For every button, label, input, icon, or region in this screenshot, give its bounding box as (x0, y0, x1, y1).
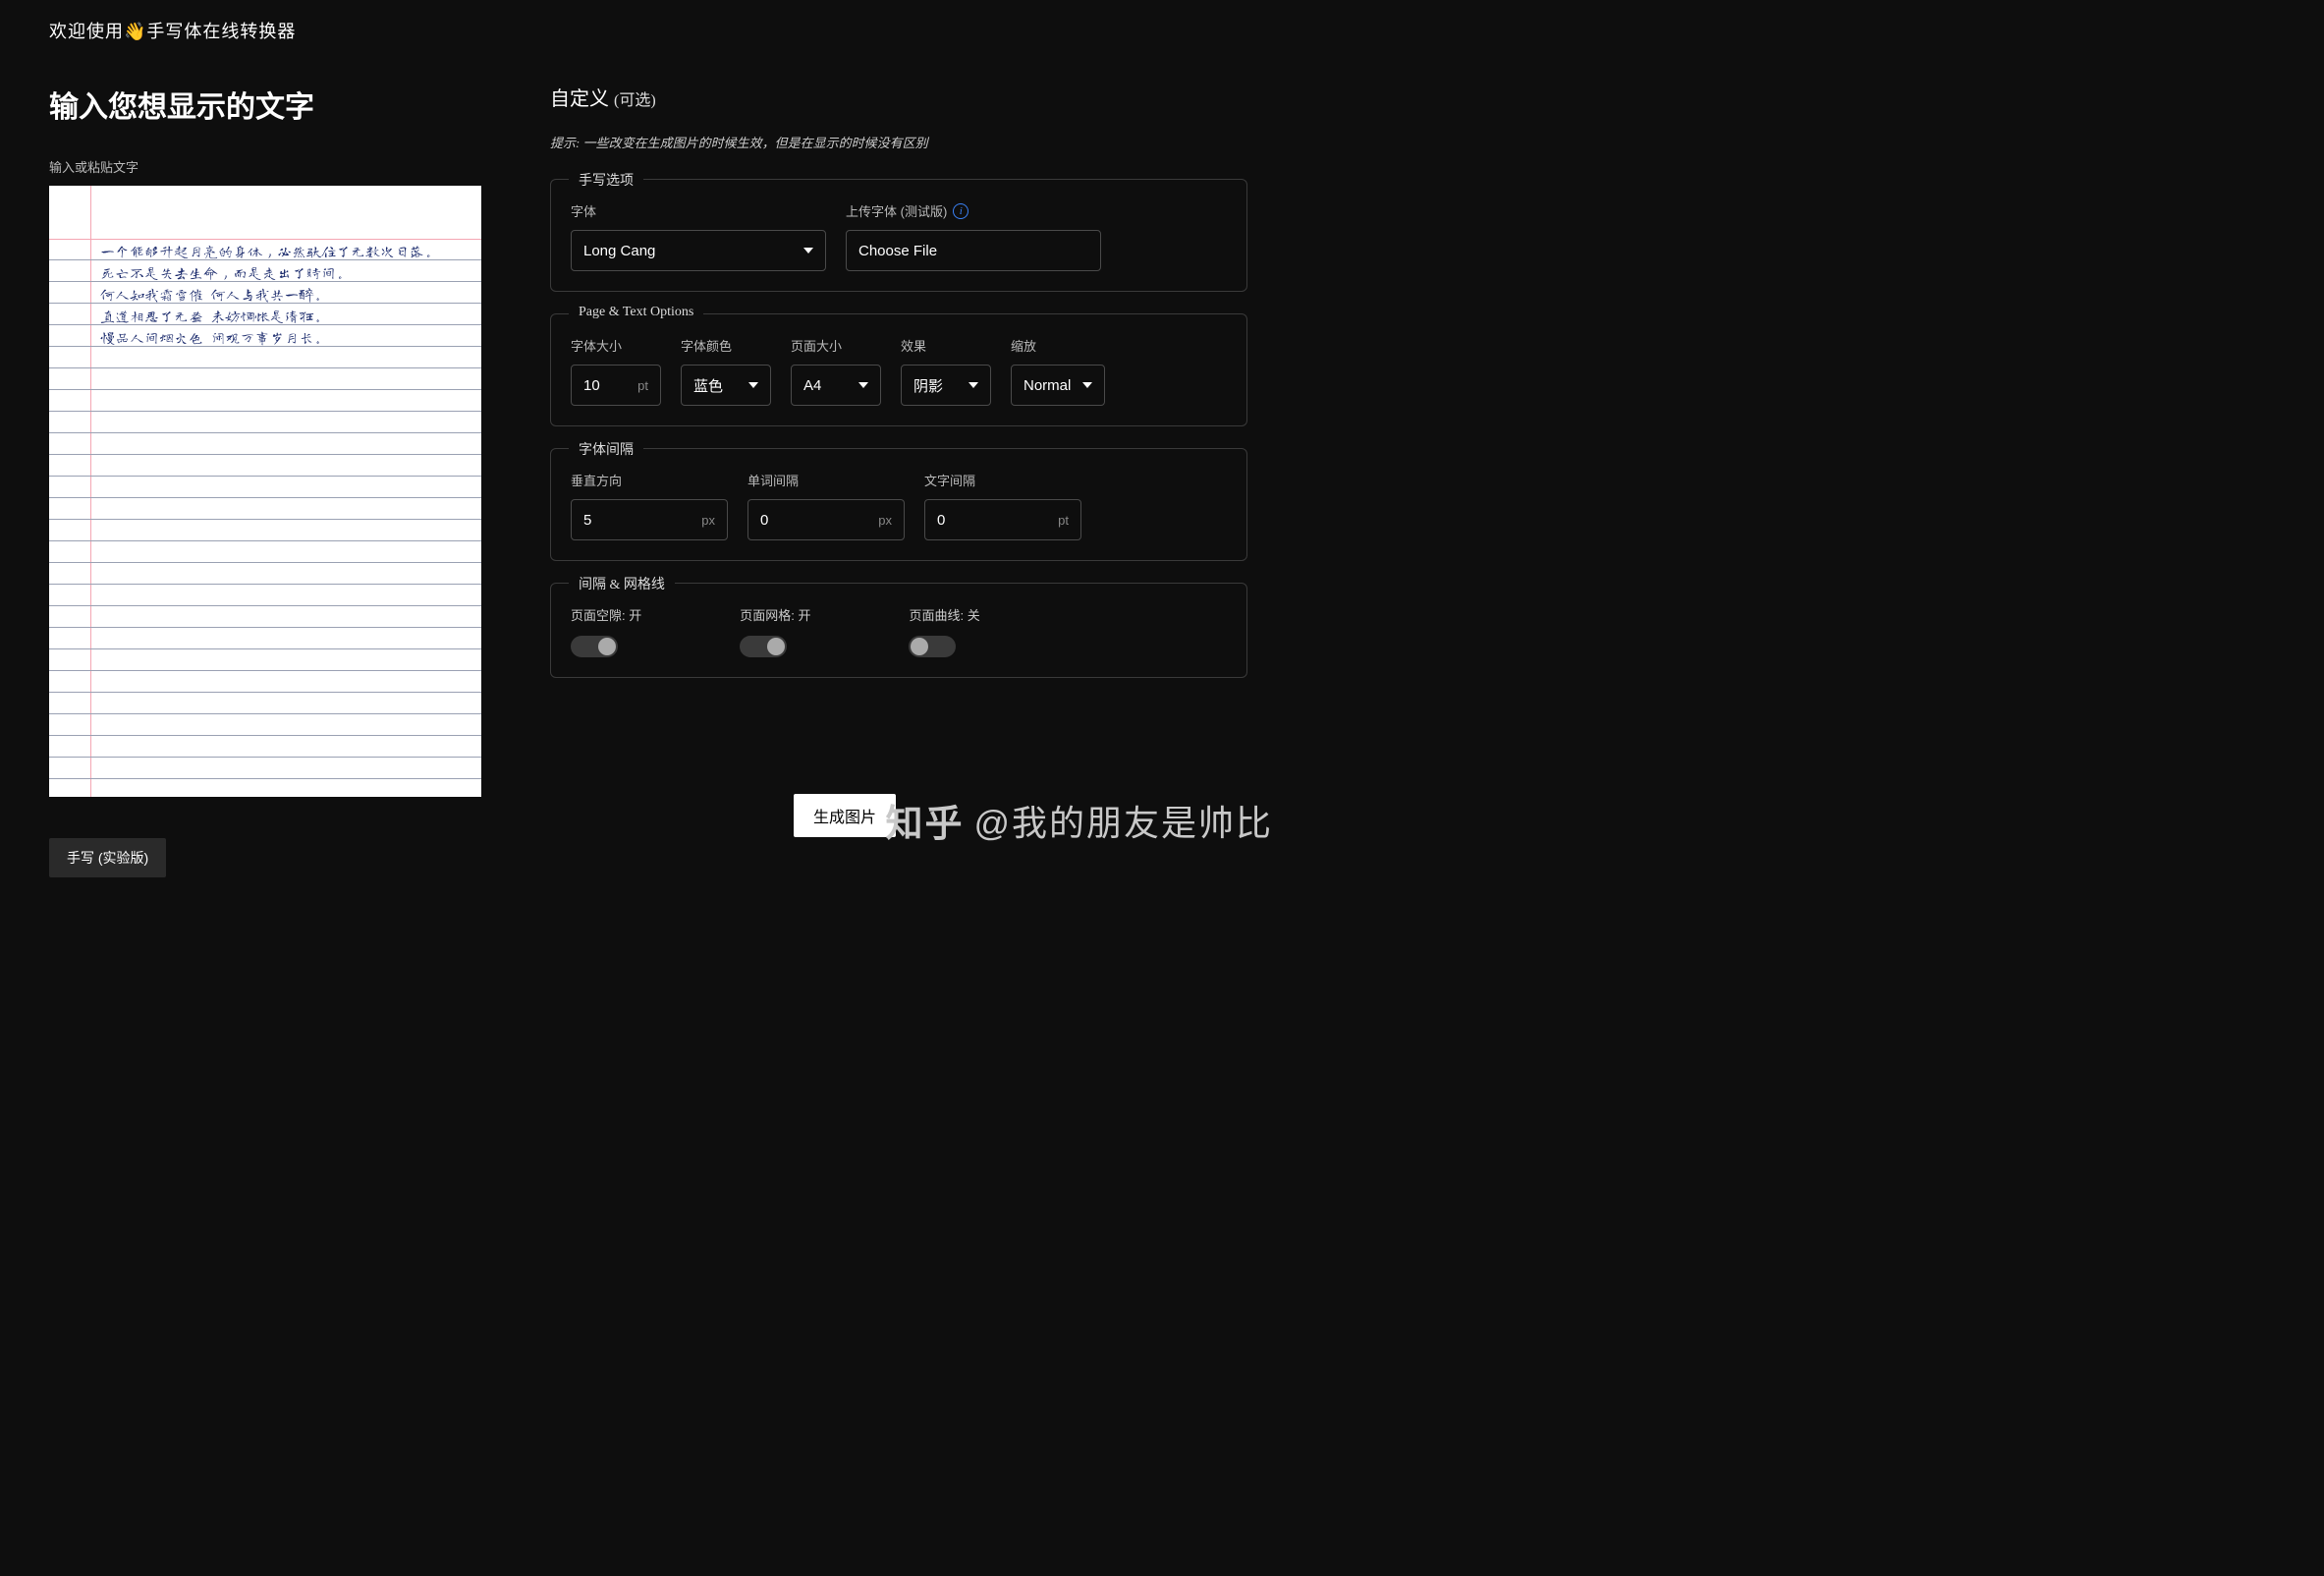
grid-fieldset: 间隔 & 网格线 页面空隙: 开 页面网格: 开 页面曲线: 关 (550, 583, 1247, 678)
vertical-spacing-input[interactable]: 5 px (571, 499, 728, 540)
page-text-options-fieldset: Page & Text Options 字体大小 10 pt 字体颜色 蓝色 (550, 313, 1247, 426)
effect-label: 效果 (901, 336, 991, 355)
generate-image-button[interactable]: 生成图片 (794, 794, 896, 837)
choose-file-button[interactable]: Choose File (846, 230, 1101, 271)
fieldset-legend: Page & Text Options (569, 305, 703, 320)
hint-text: 提示: 一些改变在生成图片的时候生效，但是在显示的时候没有区别 (550, 133, 1247, 151)
curve-toggle[interactable] (909, 636, 956, 657)
grid-toggle[interactable] (740, 636, 787, 657)
zoom-label: 缩放 (1011, 336, 1105, 355)
preview-paper[interactable]: 一个能够升起月亮的身体，必然驮住了无数次日落。 死亡不是失去生命，而是走出了时间… (49, 186, 481, 797)
chevron-down-icon (858, 382, 868, 388)
margin-toggle[interactable] (571, 636, 618, 657)
word-spacing-input[interactable]: 0 px (747, 499, 905, 540)
fontsize-input[interactable]: 10 pt (571, 365, 661, 406)
fieldset-legend: 间隔 & 网格线 (569, 574, 675, 593)
fieldset-legend: 手写选项 (569, 170, 643, 190)
fontcolor-label: 字体颜色 (681, 336, 771, 355)
fontsize-label: 字体大小 (571, 336, 661, 355)
zoom-select[interactable]: Normal (1011, 365, 1105, 406)
input-section-title: 输入您想显示的文字 (49, 83, 501, 126)
curve-toggle-label: 页面曲线: 关 (909, 605, 979, 624)
word-spacing-label: 单词间隔 (747, 471, 905, 489)
input-label: 输入或粘贴文字 (49, 157, 501, 176)
fieldset-legend: 字体间隔 (569, 439, 643, 459)
chevron-down-icon (803, 248, 813, 253)
chevron-down-icon (748, 382, 758, 388)
spacing-fieldset: 字体间隔 垂直方向 5 px 单词间隔 0 px 文 (550, 448, 1247, 561)
preview-text: 一个能够升起月亮的身体，必然驮住了无数次日落。 死亡不是失去生命，而是走出了时间… (100, 241, 471, 349)
chevron-down-icon (968, 382, 978, 388)
handwrite-button[interactable]: 手写 (实验版) (49, 838, 166, 877)
font-select[interactable]: Long Cang (571, 230, 826, 271)
info-icon[interactable]: i (953, 203, 968, 219)
upload-font-label: 上传字体 (测试版) i (846, 201, 1101, 220)
chevron-down-icon (1082, 382, 1092, 388)
grid-toggle-label: 页面网格: 开 (740, 605, 810, 624)
char-spacing-label: 文字间隔 (924, 471, 1081, 489)
vertical-spacing-label: 垂直方向 (571, 471, 728, 489)
margin-toggle-label: 页面空隙: 开 (571, 605, 641, 624)
pagesize-label: 页面大小 (791, 336, 881, 355)
char-spacing-input[interactable]: 0 pt (924, 499, 1081, 540)
customize-title: 自定义 (可选) (550, 83, 1247, 111)
fontcolor-select[interactable]: 蓝色 (681, 365, 771, 406)
handwrite-options-fieldset: 手写选项 字体 Long Cang 上传字体 (测试版) i Choose Fi… (550, 179, 1247, 292)
font-label: 字体 (571, 201, 826, 220)
app-header: 欢迎使用👋手写体在线转换器 (0, 0, 1297, 43)
effect-select[interactable]: 阴影 (901, 365, 991, 406)
pagesize-select[interactable]: A4 (791, 365, 881, 406)
